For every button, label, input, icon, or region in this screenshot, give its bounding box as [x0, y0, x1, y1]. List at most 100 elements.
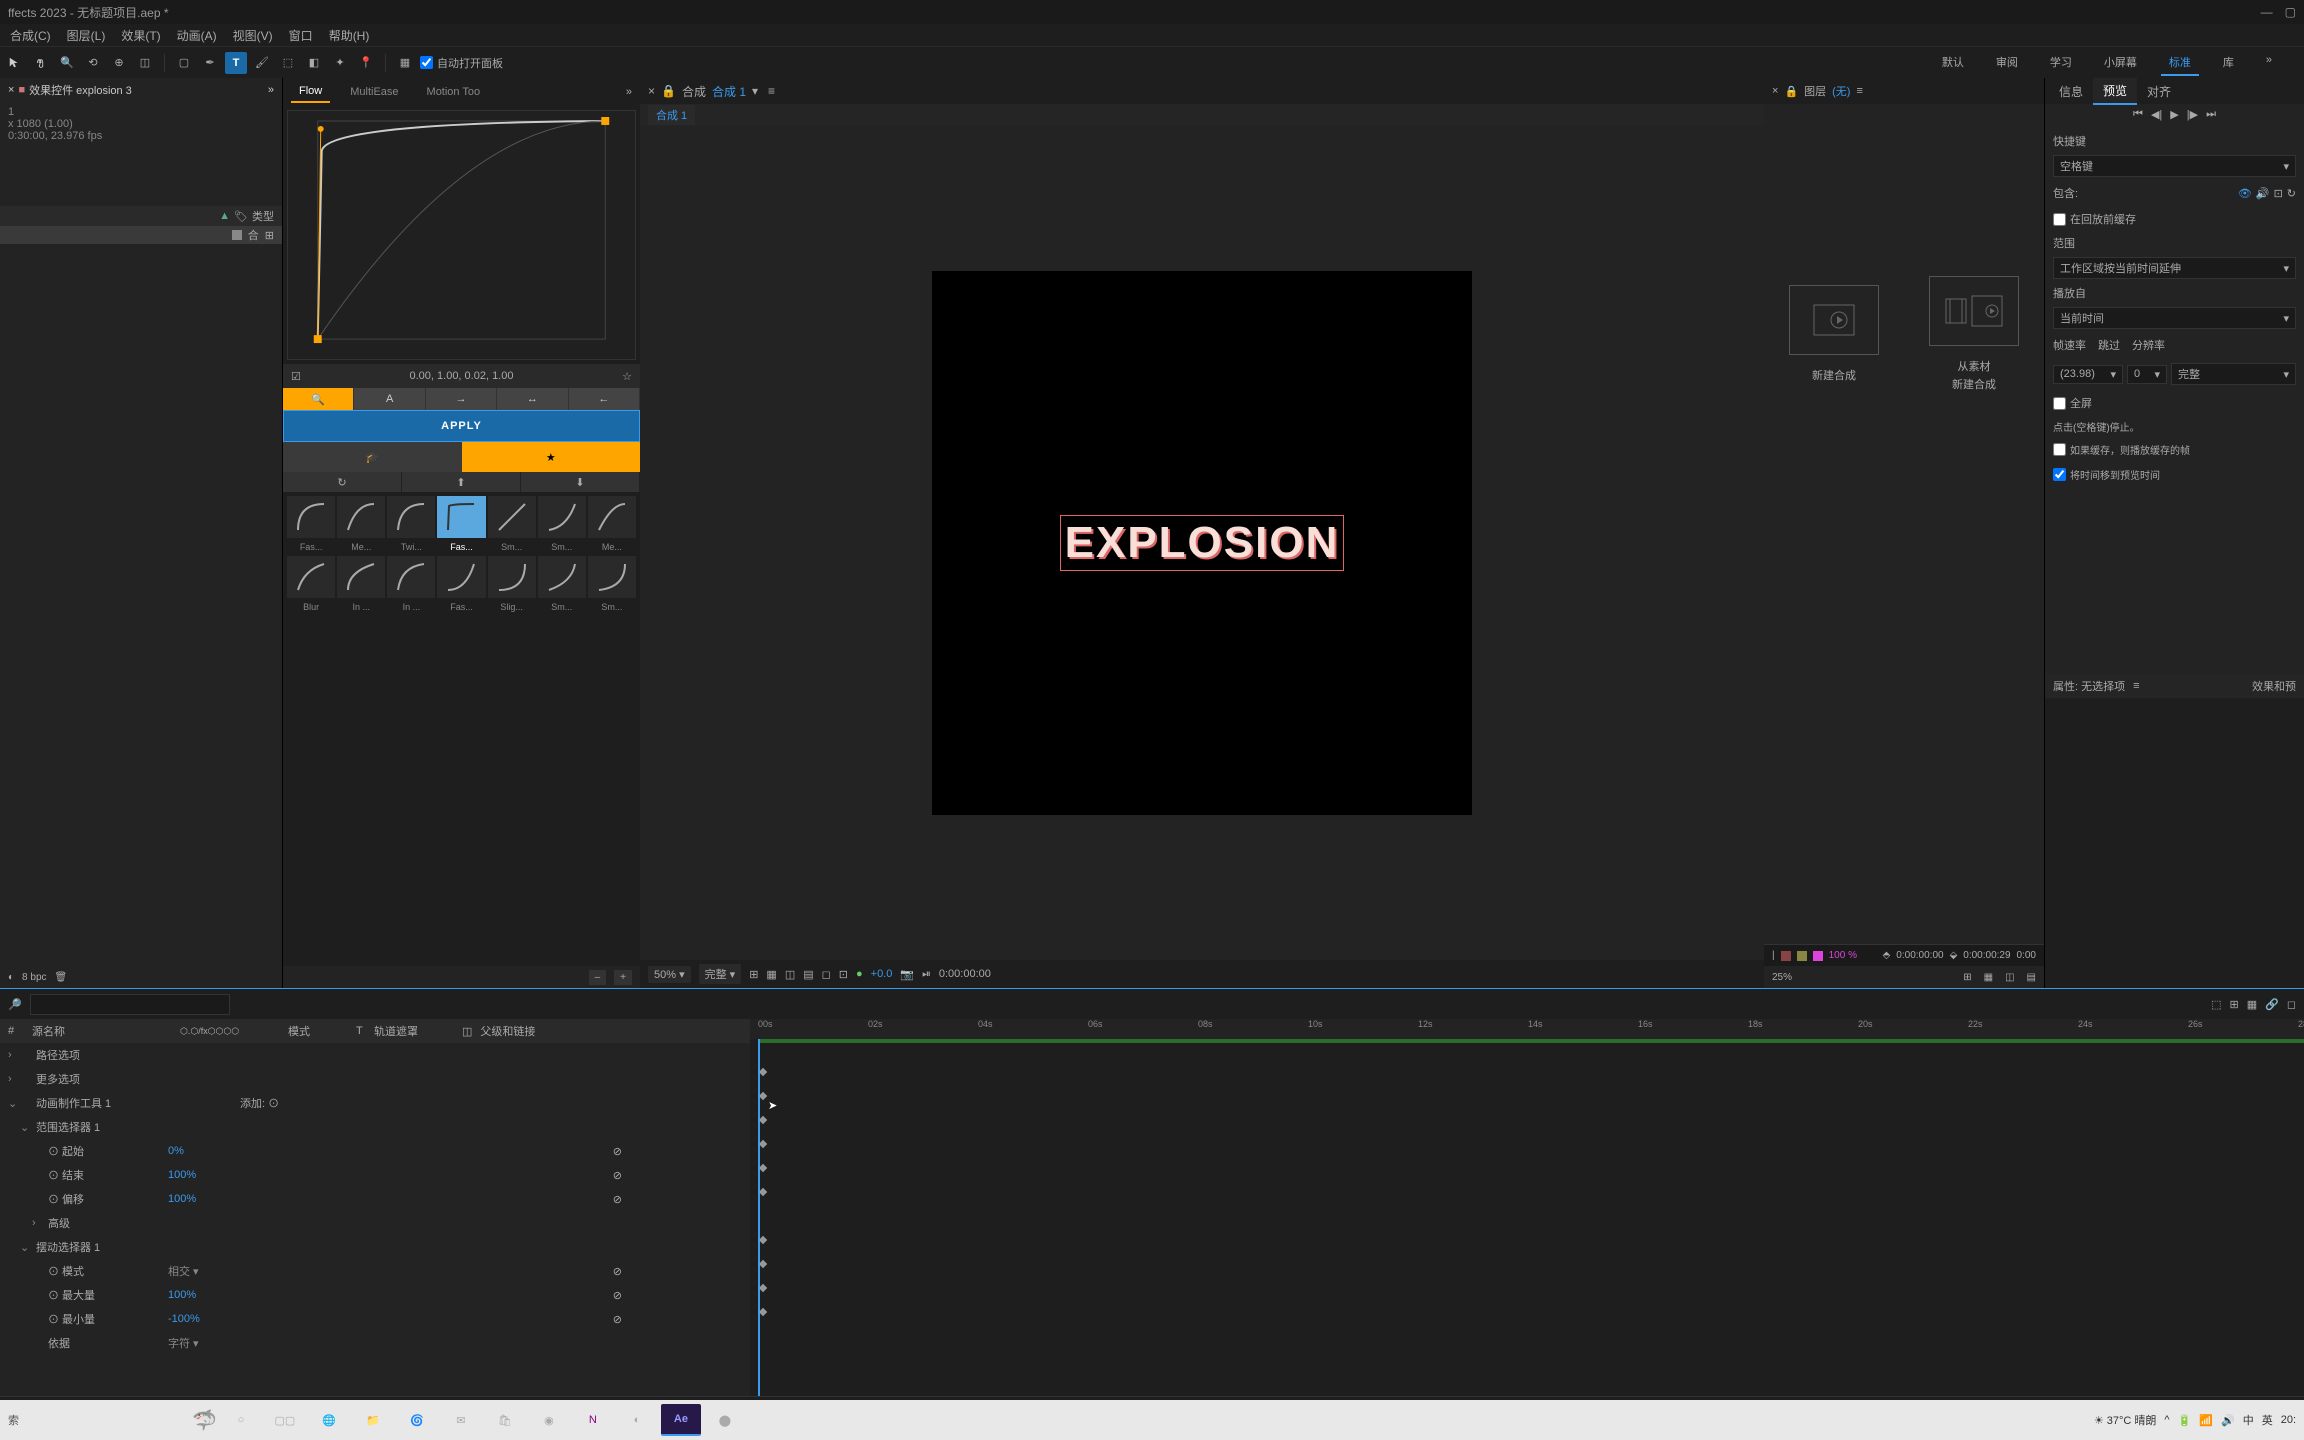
- viewer-subtab[interactable]: 合成 1: [648, 105, 695, 125]
- task-store[interactable]: 🛍: [485, 1404, 525, 1436]
- weather-widget[interactable]: ☀ 37°C 晴朗: [2094, 1412, 2157, 1428]
- cache-checkbox[interactable]: [2053, 213, 2066, 226]
- tl-toggle-3[interactable]: ▦: [2247, 998, 2257, 1011]
- include-loop-icon[interactable]: ↻: [2287, 187, 2296, 200]
- include-overlay-icon[interactable]: ⊡: [2274, 187, 2283, 200]
- flow-zoom-btn[interactable]: 🔍: [283, 388, 354, 410]
- layer-lock-icon[interactable]: 🔒: [1784, 85, 1798, 98]
- mask-icon[interactable]: ▦: [766, 968, 776, 981]
- menu-help[interactable]: 帮助(H): [323, 25, 376, 46]
- viewer-timecode[interactable]: 0:00:00:00: [939, 968, 991, 980]
- flow-text-btn[interactable]: A: [354, 388, 425, 410]
- prop-row[interactable]: 范围选择器 1: [20, 1119, 180, 1135]
- selection-tool[interactable]: [4, 52, 26, 74]
- exposure-value[interactable]: +0.0: [871, 968, 893, 980]
- preview-tab[interactable]: 预览: [2093, 78, 2137, 105]
- flow-both-arrow-btn[interactable]: ↔: [497, 388, 568, 410]
- region-icon[interactable]: ◻: [822, 968, 831, 981]
- next-frame-icon[interactable]: |▶: [2187, 108, 2198, 121]
- fps-dropdown[interactable]: (23.98)▾: [2053, 365, 2123, 384]
- task-explorer[interactable]: 📁: [353, 1404, 393, 1436]
- range-dropdown[interactable]: 工作区域按当前时间延伸▾: [2053, 257, 2296, 279]
- task-browser[interactable]: 🌐: [309, 1404, 349, 1436]
- menu-effect[interactable]: 效果(T): [115, 25, 166, 46]
- layer-close-icon[interactable]: ×: [1772, 85, 1778, 97]
- info-tab[interactable]: 信息: [2049, 79, 2093, 104]
- tray-ime-lang[interactable]: 中: [2243, 1412, 2254, 1428]
- preset-item[interactable]: [287, 556, 335, 598]
- flow-check-icon[interactable]: ☑: [291, 370, 301, 383]
- flow-right-arrow-btn[interactable]: →: [426, 388, 497, 410]
- task-onenote[interactable]: N: [573, 1404, 613, 1436]
- keyframe-icon[interactable]: [759, 1092, 767, 1100]
- task-taskview[interactable]: ▢▢: [265, 1404, 305, 1436]
- workspace-learn[interactable]: 学习: [2042, 50, 2080, 76]
- snap-icon[interactable]: ▦: [394, 52, 416, 74]
- flow-minus-btn[interactable]: –: [589, 970, 607, 985]
- mini-icon-1[interactable]: ⊞: [1963, 972, 1971, 983]
- col-parent[interactable]: 父级和链接: [480, 1023, 560, 1039]
- prop-row[interactable]: 高级: [32, 1215, 192, 1231]
- expand-icon[interactable]: ›: [8, 1049, 20, 1061]
- timeline-tracks[interactable]: 00s 02s 04s 06s 08s 10s 12s 14s 16s 18s …: [750, 1019, 2304, 1396]
- flow-favorite-icon[interactable]: ☆: [622, 370, 632, 383]
- transparency-icon[interactable]: ⊡: [839, 968, 848, 981]
- workspace-small[interactable]: 小屏幕: [2096, 50, 2145, 76]
- keyframe-icon[interactable]: [759, 1140, 767, 1148]
- quality-dropdown[interactable]: 完整 ▾: [699, 964, 742, 984]
- prop-row[interactable]: 依据: [8, 1335, 168, 1351]
- new-comp-button[interactable]: 新建合成: [1784, 285, 1884, 383]
- viewer-canvas[interactable]: EXPLOSION: [640, 126, 1764, 960]
- puppet-tool[interactable]: 📍: [355, 52, 377, 74]
- preset-item[interactable]: [437, 556, 485, 598]
- preset-item[interactable]: [588, 556, 636, 598]
- prop-row[interactable]: 摆动选择器 1: [20, 1239, 180, 1255]
- tray-volume-icon[interactable]: 🔊: [2221, 1414, 2235, 1427]
- bpc-toggle[interactable]: ◐: [8, 972, 14, 983]
- prop-value-dropdown[interactable]: 字符 ▾: [168, 1335, 199, 1351]
- mini-icon-4[interactable]: ▤: [2027, 972, 2036, 983]
- prop-value[interactable]: 100%: [168, 1193, 196, 1205]
- mini-zoom-pct[interactable]: 100 %: [1829, 950, 1857, 961]
- viewer-close-icon[interactable]: ×: [648, 84, 655, 98]
- prop-row[interactable]: 更多选项: [20, 1071, 180, 1087]
- preset-item[interactable]: [387, 556, 435, 598]
- task-app1[interactable]: ◐: [617, 1404, 657, 1436]
- task-edge[interactable]: 🌀: [397, 1404, 437, 1436]
- tray-battery-icon[interactable]: 🔋: [2178, 1414, 2192, 1427]
- zoom-tool[interactable]: 🔍: [56, 52, 78, 74]
- flow-left-arrow-btn[interactable]: ←: [569, 388, 640, 410]
- prop-value[interactable]: -100%: [168, 1313, 200, 1325]
- panel-menu-icon[interactable]: »: [268, 84, 274, 96]
- rotate-tool[interactable]: ⊕: [108, 52, 130, 74]
- brush-tool[interactable]: 🖌: [251, 52, 273, 74]
- tray-ime[interactable]: 英: [2262, 1412, 2273, 1428]
- skip-dropdown[interactable]: 0▾: [2127, 365, 2167, 384]
- align-tab[interactable]: 对齐: [2137, 79, 2181, 104]
- workspace-library[interactable]: 库: [2215, 50, 2242, 76]
- first-frame-icon[interactable]: ⏮: [2133, 108, 2143, 121]
- flow-bezier-values[interactable]: 0.00, 1.00, 0.02, 1.00: [410, 370, 514, 382]
- prop-row[interactable]: ⊙ 模式: [8, 1263, 168, 1279]
- col-mode[interactable]: 模式: [288, 1023, 348, 1039]
- flow-graph[interactable]: [287, 110, 636, 360]
- zoom-dropdown[interactable]: 50% ▾: [648, 966, 691, 983]
- preset-item[interactable]: [488, 496, 536, 538]
- keyframe-icon[interactable]: [759, 1308, 767, 1316]
- layer-menu-icon[interactable]: ≡: [1856, 85, 1862, 97]
- menu-window[interactable]: 窗口: [283, 25, 319, 46]
- work-area-bar[interactable]: [758, 1039, 2304, 1043]
- menu-composition[interactable]: 合成(C): [4, 25, 57, 46]
- shortcut-dropdown[interactable]: 空格键▾: [2053, 155, 2296, 177]
- add-label[interactable]: 添加: ⊙: [240, 1095, 279, 1111]
- prop-value-dropdown[interactable]: 相交 ▾: [168, 1263, 199, 1279]
- preset-download-btn[interactable]: ⬇: [521, 472, 640, 492]
- link-icon[interactable]: ⊘: [613, 1265, 622, 1278]
- menu-animation[interactable]: 动画(A): [171, 25, 223, 46]
- menu-layer[interactable]: 图层(L): [61, 25, 112, 46]
- play-icon[interactable]: ▶: [2170, 108, 2178, 121]
- new-from-footage-button[interactable]: 从素材 新建合成: [1924, 276, 2024, 392]
- mini-pct-25[interactable]: 25%: [1772, 972, 1792, 983]
- tl-search-input[interactable]: [30, 994, 230, 1015]
- mini-marker-icon[interactable]: ⬘: [1883, 950, 1891, 961]
